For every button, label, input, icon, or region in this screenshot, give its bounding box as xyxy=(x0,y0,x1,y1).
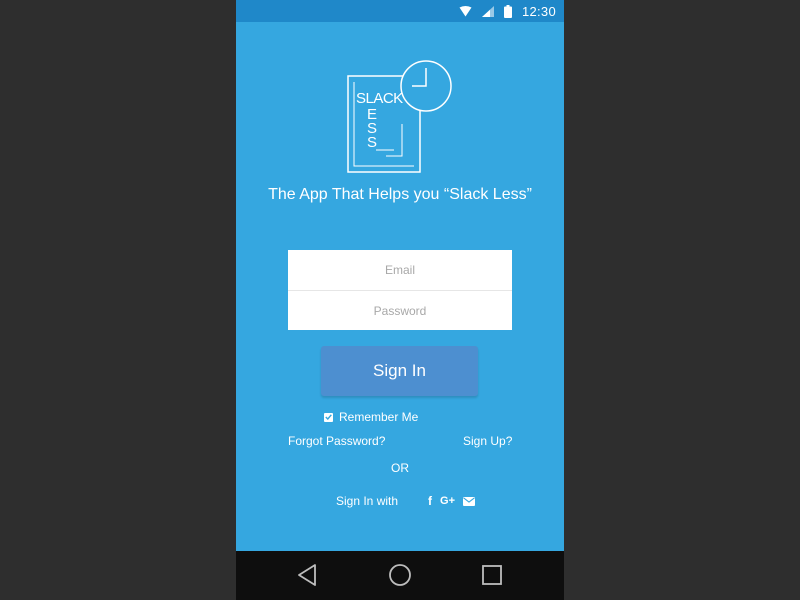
logo-slack-text: SLACK xyxy=(356,90,403,107)
wifi-icon xyxy=(459,5,472,17)
status-bar: 12:30 xyxy=(236,0,564,22)
facebook-icon[interactable]: f xyxy=(428,494,432,508)
navigation-bar xyxy=(236,551,564,600)
remember-me-label: Remember Me xyxy=(339,410,419,424)
google-plus-icon[interactable]: G+ xyxy=(440,495,455,507)
back-icon[interactable] xyxy=(296,563,318,592)
forgot-password-link[interactable]: Forgot Password? xyxy=(288,434,385,448)
recents-icon[interactable] xyxy=(481,563,503,592)
email-icon[interactable] xyxy=(463,496,476,506)
sign-up-link[interactable]: Sign Up? xyxy=(463,434,512,448)
sign-in-button[interactable]: Sign In xyxy=(321,346,478,396)
logo-letter: S xyxy=(366,134,377,151)
logo-vertical-less: L E S S xyxy=(366,106,378,150)
or-divider-text: OR xyxy=(391,461,409,475)
signal-icon xyxy=(481,5,494,17)
password-field[interactable] xyxy=(288,291,512,330)
login-form xyxy=(288,250,512,330)
checkbox-icon[interactable] xyxy=(324,412,333,422)
status-time: 12:30 xyxy=(521,3,556,19)
remember-me-checkbox[interactable]: Remember Me xyxy=(324,410,418,424)
battery-icon xyxy=(503,4,512,18)
phone-screen: 12:30 SLACK L E S S The App That Helps y… xyxy=(236,0,564,600)
home-icon[interactable] xyxy=(388,563,412,592)
app-logo: SLACK L E S S xyxy=(346,58,456,176)
social-sign-in-label: Sign In with xyxy=(336,494,399,508)
tagline: The App That Helps you “Slack Less” xyxy=(268,186,532,203)
social-sign-in: Sign In with f G+ xyxy=(336,494,476,508)
email-field[interactable] xyxy=(288,250,512,290)
